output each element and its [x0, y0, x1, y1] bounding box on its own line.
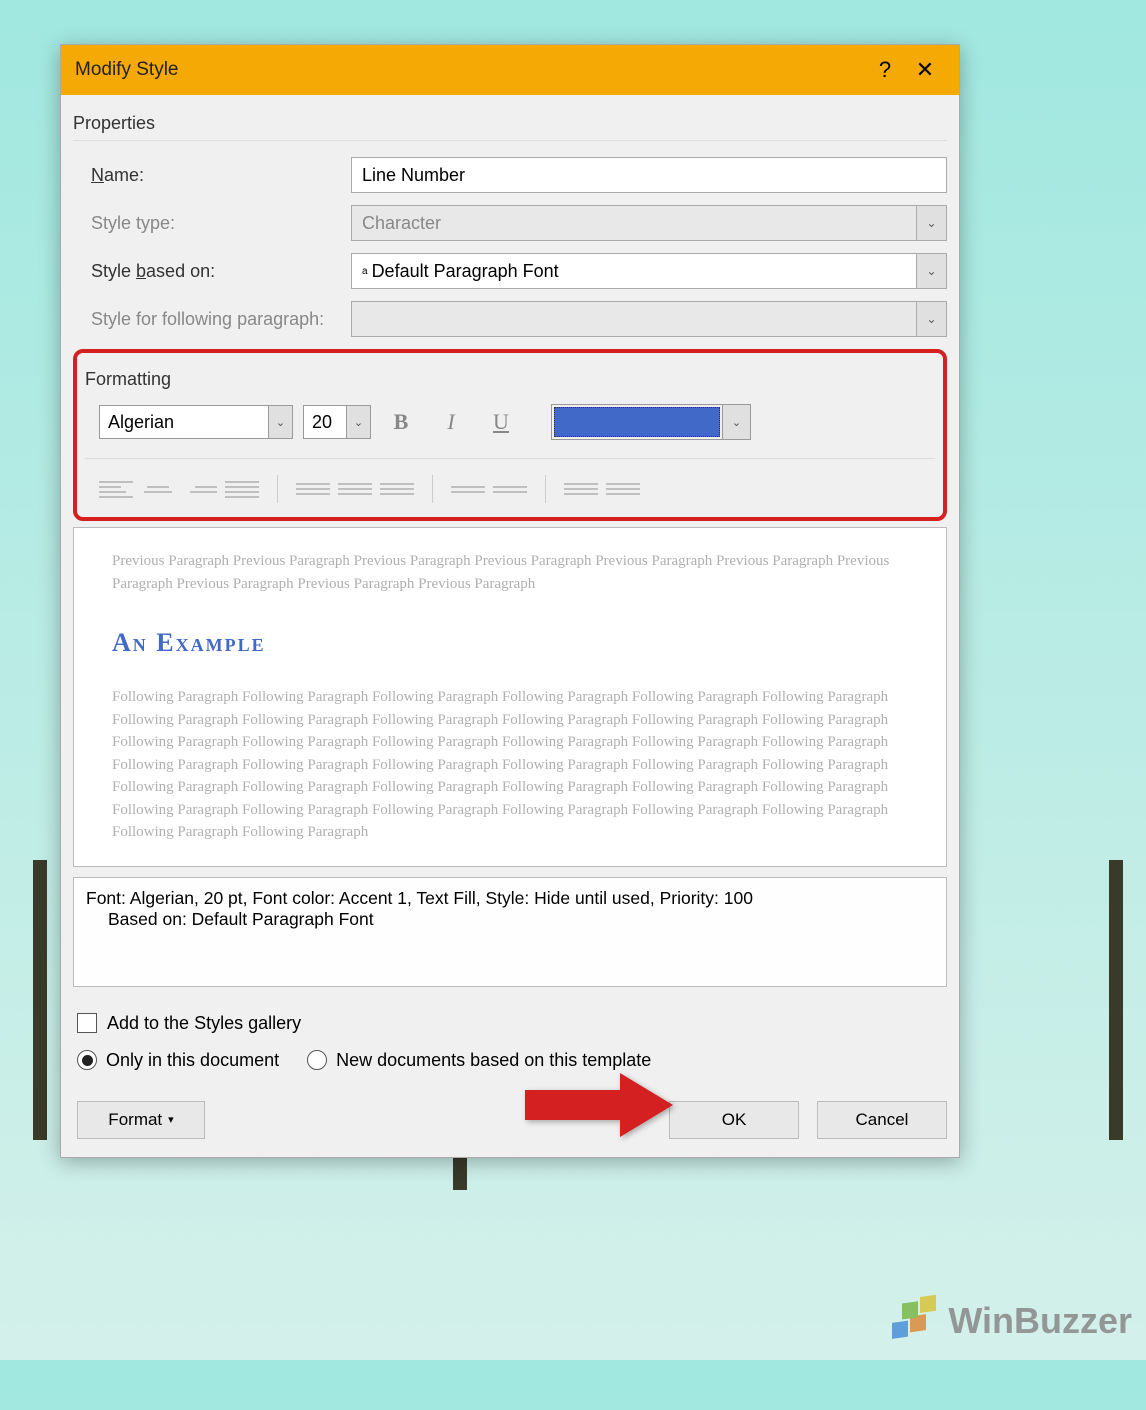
align-left-button — [99, 475, 133, 503]
increase-indent-button — [606, 475, 640, 503]
style-type-row: Style type: Character ⌄ — [73, 199, 947, 247]
properties-section-label: Properties — [73, 107, 947, 141]
watermark-text: WinBuzzer — [948, 1300, 1132, 1342]
preview-sample-text: An Example — [112, 595, 908, 686]
decrease-para-space-button — [493, 475, 527, 503]
style-type-label: Style type: — [91, 213, 331, 234]
alignment-group — [99, 475, 278, 503]
watermark: WinBuzzer — [884, 1292, 1132, 1350]
color-swatch — [554, 407, 720, 437]
formatting-section-label: Formatting — [85, 363, 935, 396]
align-right-button — [183, 475, 217, 503]
based-on-select[interactable]: aDefault Paragraph Font ⌄ — [351, 253, 947, 289]
name-label: Name: — [91, 165, 331, 186]
add-to-gallery-label: Add to the Styles gallery — [107, 1013, 301, 1034]
caret-down-icon: ▾ — [168, 1113, 174, 1126]
chevron-down-icon: ⌄ — [916, 206, 946, 240]
help-button[interactable]: ? — [865, 50, 905, 90]
font-family-select[interactable]: Algerian ⌄ — [99, 405, 293, 439]
chevron-down-icon[interactable]: ⌄ — [268, 406, 292, 438]
dialog-title: Modify Style — [75, 59, 865, 81]
format-dropdown-button[interactable]: Format ▾ — [77, 1101, 205, 1139]
align-justify-button — [225, 475, 259, 503]
new-documents-label: New documents based on this template — [336, 1050, 651, 1071]
close-button[interactable]: ✕ — [905, 50, 945, 90]
add-to-gallery-row[interactable]: Add to the Styles gallery — [77, 1013, 947, 1034]
only-this-document-label: Only in this document — [106, 1050, 279, 1071]
preview-previous-text: Previous Paragraph Previous Paragraph Pr… — [112, 550, 908, 595]
following-row: Style for following paragraph: ⌄ — [73, 295, 947, 343]
preview-pane: Previous Paragraph Previous Paragraph Pr… — [73, 527, 947, 867]
based-on-label: Style based on: — [91, 261, 331, 282]
winbuzzer-logo-icon — [884, 1292, 942, 1350]
preview-following-text: Following Paragraph Following Paragraph … — [112, 686, 908, 844]
underline-button[interactable]: U — [481, 405, 521, 439]
font-color-picker[interactable]: ⌄ — [551, 404, 751, 440]
description-line-2: Based on: Default Paragraph Font — [86, 909, 934, 930]
formatting-section-highlighted: Formatting Algerian ⌄ 20 ⌄ B I U ⌄ — [73, 349, 947, 521]
titlebar: Modify Style ? ✕ — [61, 45, 959, 95]
only-this-document-option[interactable]: Only in this document — [77, 1050, 279, 1071]
new-documents-radio[interactable] — [307, 1050, 327, 1070]
annotation-arrow — [525, 1070, 675, 1145]
chevron-down-icon[interactable]: ⌄ — [346, 406, 370, 438]
name-row: Name: — [73, 151, 947, 199]
style-type-select: Character ⌄ — [351, 205, 947, 241]
following-label: Style for following paragraph: — [91, 309, 331, 330]
following-select: ⌄ — [351, 301, 947, 337]
font-size-select[interactable]: 20 ⌄ — [303, 405, 371, 439]
decrease-indent-button — [564, 475, 598, 503]
modify-style-dialog: Modify Style ? ✕ Properties Name: Style … — [60, 44, 960, 1158]
line-spacing-2-button — [380, 475, 414, 503]
based-on-row: Style based on: aDefault Paragraph Font … — [73, 247, 947, 295]
name-input[interactable] — [351, 157, 947, 193]
italic-button[interactable]: I — [431, 405, 471, 439]
ok-button[interactable]: OK — [669, 1101, 799, 1139]
cancel-button[interactable]: Cancel — [817, 1101, 947, 1139]
chevron-down-icon: ⌄ — [916, 302, 946, 336]
para-spacing-group — [451, 475, 546, 503]
bold-button[interactable]: B — [381, 405, 421, 439]
indent-group — [564, 475, 658, 503]
new-documents-option[interactable]: New documents based on this template — [307, 1050, 651, 1071]
style-description: Font: Algerian, 20 pt, Font color: Accen… — [73, 877, 947, 987]
line-spacing-1-button — [296, 475, 330, 503]
description-line-1: Font: Algerian, 20 pt, Font color: Accen… — [86, 888, 934, 909]
line-spacing-1-5-button — [338, 475, 372, 503]
chevron-down-icon[interactable]: ⌄ — [916, 254, 946, 288]
chevron-down-icon[interactable]: ⌄ — [722, 405, 750, 439]
only-this-document-radio[interactable] — [77, 1050, 97, 1070]
align-center-button — [141, 475, 175, 503]
spacing-group — [296, 475, 433, 503]
add-to-gallery-checkbox[interactable] — [77, 1013, 97, 1033]
increase-para-space-button — [451, 475, 485, 503]
